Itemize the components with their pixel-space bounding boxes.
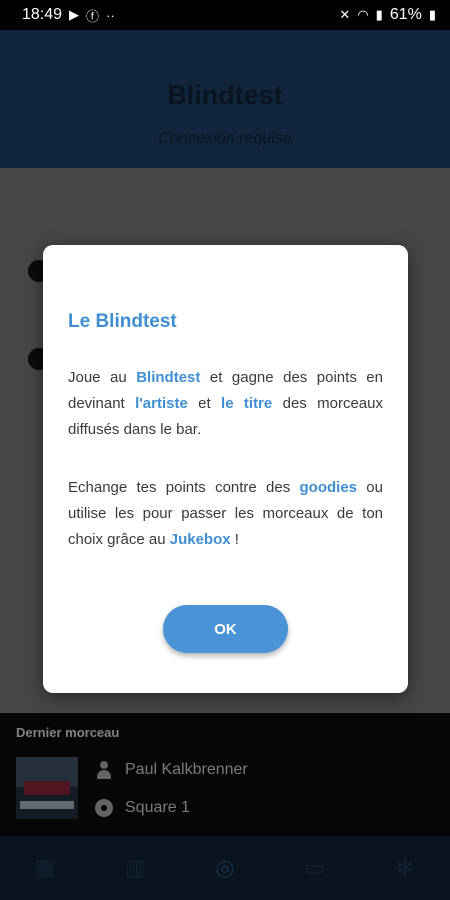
- highlight-text: le titre: [221, 395, 273, 412]
- highlight-text: Jukebox: [169, 531, 231, 548]
- highlight-text: Blindtest: [136, 369, 201, 386]
- dialog-title: Le Blindtest: [68, 311, 177, 332]
- paragraph-text: !: [230, 531, 239, 548]
- highlight-text: goodies: [299, 479, 358, 496]
- status-time: 18:49: [22, 6, 63, 23]
- paragraph-text: Echange tes points contre des: [68, 479, 300, 496]
- ok-button[interactable]: OK: [163, 605, 288, 653]
- dialog-paragraph-1: Joue au Blindtest et gagne des points en…: [68, 365, 383, 443]
- paragraph-text: et: [187, 395, 222, 412]
- facebook-icon: ⓕ: [86, 8, 100, 24]
- info-dialog: Le Blindtest Joue au Blindtest et gagne …: [43, 245, 408, 693]
- highlight-text: l'artiste: [135, 395, 188, 412]
- dialog-paragraph-2: Echange tes points contre des goodies ou…: [68, 475, 383, 553]
- dots-icon: ··: [106, 7, 115, 23]
- status-bar: 18:49 ▶ ⓕ ·· ✕ ◠ ▮ 61% ▮: [0, 0, 450, 30]
- battery-level: 61%: [389, 6, 422, 23]
- battery-icon: ▮: [428, 7, 436, 22]
- wifi-icon: ◠: [357, 7, 369, 22]
- play-icon: ▶: [69, 7, 80, 22]
- signal-icon: ▮: [375, 7, 383, 22]
- mute-icon: ✕: [339, 7, 351, 22]
- paragraph-text: Joue au: [68, 369, 137, 386]
